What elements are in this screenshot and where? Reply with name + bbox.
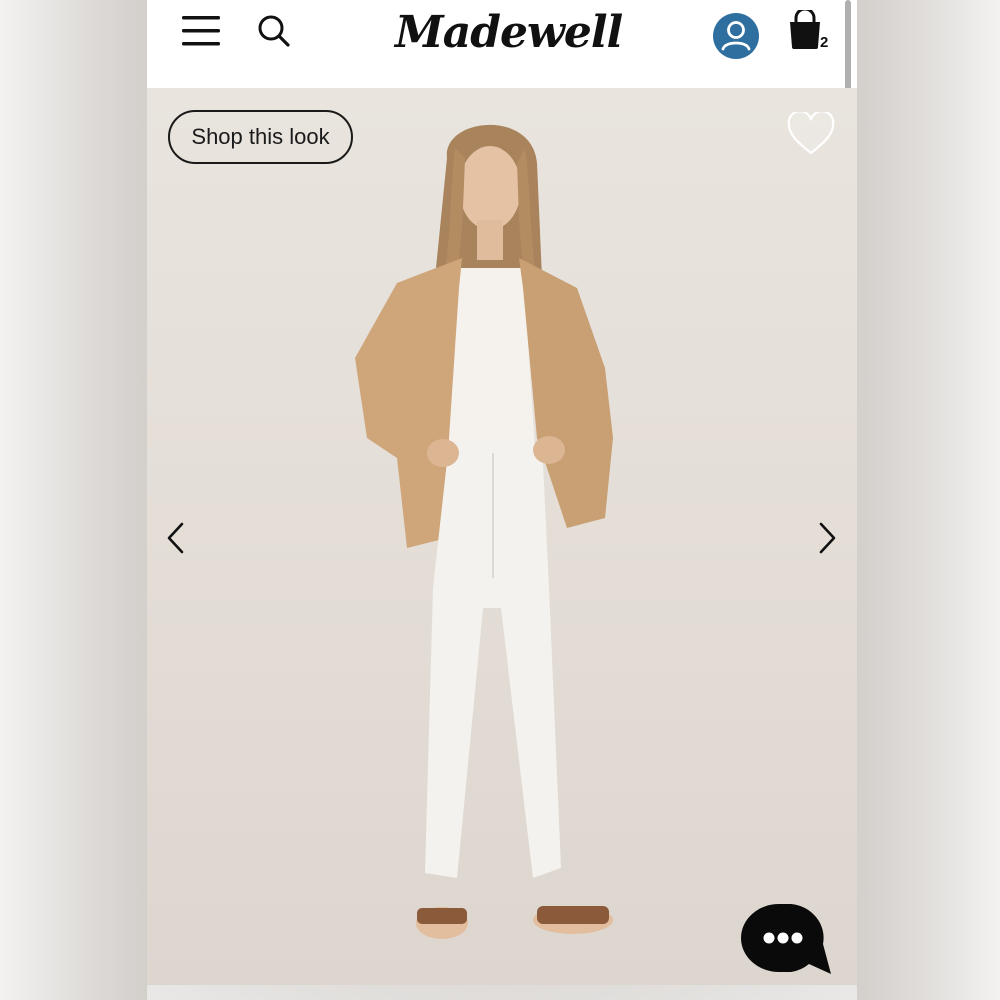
shopping-bag-icon	[790, 7, 820, 49]
chevron-right-icon[interactable]	[812, 518, 842, 558]
chat-bubble-icon[interactable]	[733, 900, 833, 980]
left-blurred-backdrop	[0, 0, 147, 1000]
shop-this-look-button[interactable]: Shop this look	[168, 110, 353, 164]
site-header: Madewell 2	[147, 0, 857, 160]
brand-logo[interactable]: Madewell	[395, 4, 623, 62]
bag-count-badge: 2	[820, 34, 829, 51]
chevron-left-icon[interactable]	[161, 518, 191, 558]
right-blurred-backdrop	[857, 0, 1000, 1000]
search-icon[interactable]	[257, 14, 291, 48]
model-photo	[355, 124, 613, 939]
heart-outline-icon[interactable]	[787, 110, 835, 156]
shopping-bag-button[interactable]: 2	[787, 7, 835, 54]
product-hero-image: Shop this look	[147, 88, 857, 985]
account-icon[interactable]	[712, 12, 760, 60]
hamburger-menu-icon[interactable]	[182, 14, 220, 48]
phone-screen: Madewell 2 Shop this look	[147, 0, 857, 985]
